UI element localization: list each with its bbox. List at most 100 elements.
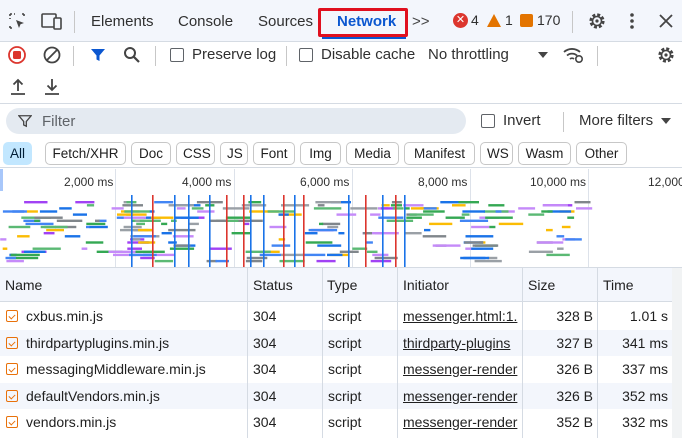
checkbox-box[interactable] — [299, 47, 313, 62]
column-divider[interactable] — [322, 268, 323, 438]
request-initiator-link[interactable]: messenger.html:1. — [403, 303, 521, 330]
more-tabs-button[interactable]: >> — [412, 0, 430, 42]
chip-media[interactable]: Media — [346, 142, 399, 165]
tab-sources[interactable]: Sources — [258, 0, 313, 42]
waterfall-bar — [44, 225, 56, 229]
request-time: 1.01 s — [629, 308, 668, 324]
chip-fetch-xhr[interactable]: Fetch/XHR — [45, 142, 126, 165]
waterfall-bar — [489, 225, 496, 229]
column-header-status[interactable]: Status — [248, 268, 293, 302]
request-name[interactable]: vendors.min.js — [26, 409, 246, 436]
disable-cache-checkbox[interactable]: Disable cache — [299, 46, 415, 63]
checkbox-box[interactable] — [170, 47, 184, 62]
network-overview-timeline[interactable]: 2,000 ms 4,000 ms 6,000 ms 8,000 ms 10,0… — [0, 169, 682, 268]
network-settings-gear-icon[interactable] — [655, 44, 677, 66]
waterfall-bar — [154, 201, 174, 204]
column-header-initiator[interactable]: Initiator — [398, 268, 449, 302]
settings-gear-icon[interactable] — [586, 10, 608, 32]
tab-elements[interactable]: Elements — [91, 0, 154, 42]
waterfall-bar — [132, 238, 141, 241]
waterfall-bar — [406, 216, 422, 219]
search-icon[interactable] — [121, 44, 143, 66]
errors-badge[interactable]: ✕ 4 — [453, 12, 479, 28]
waterfall-bar — [422, 235, 447, 238]
table-row[interactable]: vendors.min.js 304 script messenger-rend… — [0, 409, 672, 436]
column-divider[interactable] — [597, 268, 598, 438]
waterfall-bar — [161, 232, 172, 235]
waterfall-bar — [472, 244, 499, 247]
waterfall-bar — [391, 201, 402, 204]
toolbar-divider — [155, 46, 156, 66]
filter-funnel-icon[interactable] — [87, 44, 109, 66]
waterfall-bar — [557, 247, 564, 250]
clear-icon[interactable] — [41, 44, 63, 66]
chip-other[interactable]: Other — [576, 142, 627, 165]
table-row[interactable]: defaultVendors.min.js 304 script messeng… — [0, 382, 672, 410]
column-header-size[interactable]: Size — [523, 268, 555, 302]
request-name[interactable]: messagingMiddleware.min.js — [26, 356, 246, 383]
network-request-table: Name Status Type Initiator Size Time cxb… — [0, 268, 672, 438]
request-name[interactable]: defaultVendors.min.js — [26, 383, 246, 410]
issues-badge[interactable]: 170 — [520, 12, 560, 28]
chip-all[interactable]: All — [3, 142, 32, 165]
column-header-type[interactable]: Type — [322, 268, 357, 302]
waterfall-bar — [317, 204, 325, 207]
waterfall-bar — [528, 213, 545, 216]
chip-manifest[interactable]: Manifest — [404, 142, 475, 165]
request-initiator-link[interactable]: thirdparty-plugins — [403, 330, 521, 357]
vertical-scrollbar[interactable] — [672, 268, 682, 438]
throttling-select[interactable]: No throttling — [428, 46, 509, 63]
chip-css[interactable]: CSS — [176, 142, 215, 165]
request-name[interactable]: thirdpartyplugins.min.js — [26, 330, 246, 357]
request-name[interactable]: cxbus.min.js — [26, 303, 246, 330]
column-header-time[interactable]: Time — [598, 268, 634, 302]
chip-doc[interactable]: Doc — [131, 142, 171, 165]
column-header-name[interactable]: Name — [0, 268, 42, 302]
more-filters-dropdown[interactable]: More filters — [579, 112, 672, 129]
preserve-log-checkbox[interactable]: Preserve log — [170, 46, 276, 63]
chip-wasm[interactable]: Wasm — [518, 142, 571, 165]
request-initiator-link[interactable]: messenger-render — [403, 356, 521, 383]
filter-input[interactable]: Filter — [6, 108, 466, 134]
export-har-download-icon[interactable] — [42, 76, 62, 98]
import-har-upload-icon[interactable] — [8, 76, 28, 98]
request-initiator-link[interactable]: messenger-render — [403, 409, 521, 436]
warnings-badge[interactable]: 1 — [487, 12, 513, 28]
device-toolbar-icon[interactable] — [40, 10, 64, 32]
waterfall-bar — [172, 235, 194, 238]
column-divider[interactable] — [247, 268, 248, 438]
chip-font[interactable]: Font — [253, 142, 295, 165]
record-stop-icon[interactable] — [6, 44, 28, 66]
column-divider[interactable] — [522, 268, 523, 438]
waterfall-bar — [210, 219, 228, 222]
request-initiator-link[interactable]: messenger-render — [403, 383, 521, 410]
tab-console[interactable]: Console — [178, 0, 233, 42]
invert-checkbox[interactable]: Invert — [481, 112, 541, 129]
waterfall-bar — [567, 216, 575, 219]
timeline-event-marker — [395, 195, 397, 267]
script-file-icon — [6, 336, 18, 349]
more-options-icon[interactable] — [622, 10, 642, 32]
table-row[interactable]: thirdpartyplugins.min.js 304 script thir… — [0, 329, 672, 357]
checkbox-box[interactable] — [481, 113, 495, 128]
toolbar-divider — [572, 11, 573, 33]
chevron-down-icon[interactable] — [536, 48, 550, 62]
table-row[interactable]: messagingMiddleware.min.js 304 script me… — [0, 356, 672, 383]
chip-js[interactable]: JS — [220, 142, 248, 165]
network-conditions-icon[interactable] — [561, 44, 585, 66]
request-type: script — [328, 334, 362, 351]
column-divider[interactable] — [397, 268, 398, 438]
chip-ws[interactable]: WS — [480, 142, 513, 165]
chip-img[interactable]: Img — [300, 142, 341, 165]
inspect-element-icon[interactable] — [6, 10, 28, 32]
timeline-event-marker — [263, 195, 265, 267]
waterfall-bar — [122, 204, 143, 207]
waterfall-bar — [188, 222, 199, 226]
waterfall-bar — [543, 204, 568, 207]
waterfall-bar — [392, 207, 404, 210]
close-icon[interactable] — [656, 10, 676, 32]
table-row[interactable]: cxbus.min.js 304 script messenger.html:1… — [0, 303, 672, 330]
toolbar-divider — [73, 46, 74, 66]
waterfall-bar — [39, 210, 58, 213]
timeline-event-marker — [174, 195, 176, 267]
